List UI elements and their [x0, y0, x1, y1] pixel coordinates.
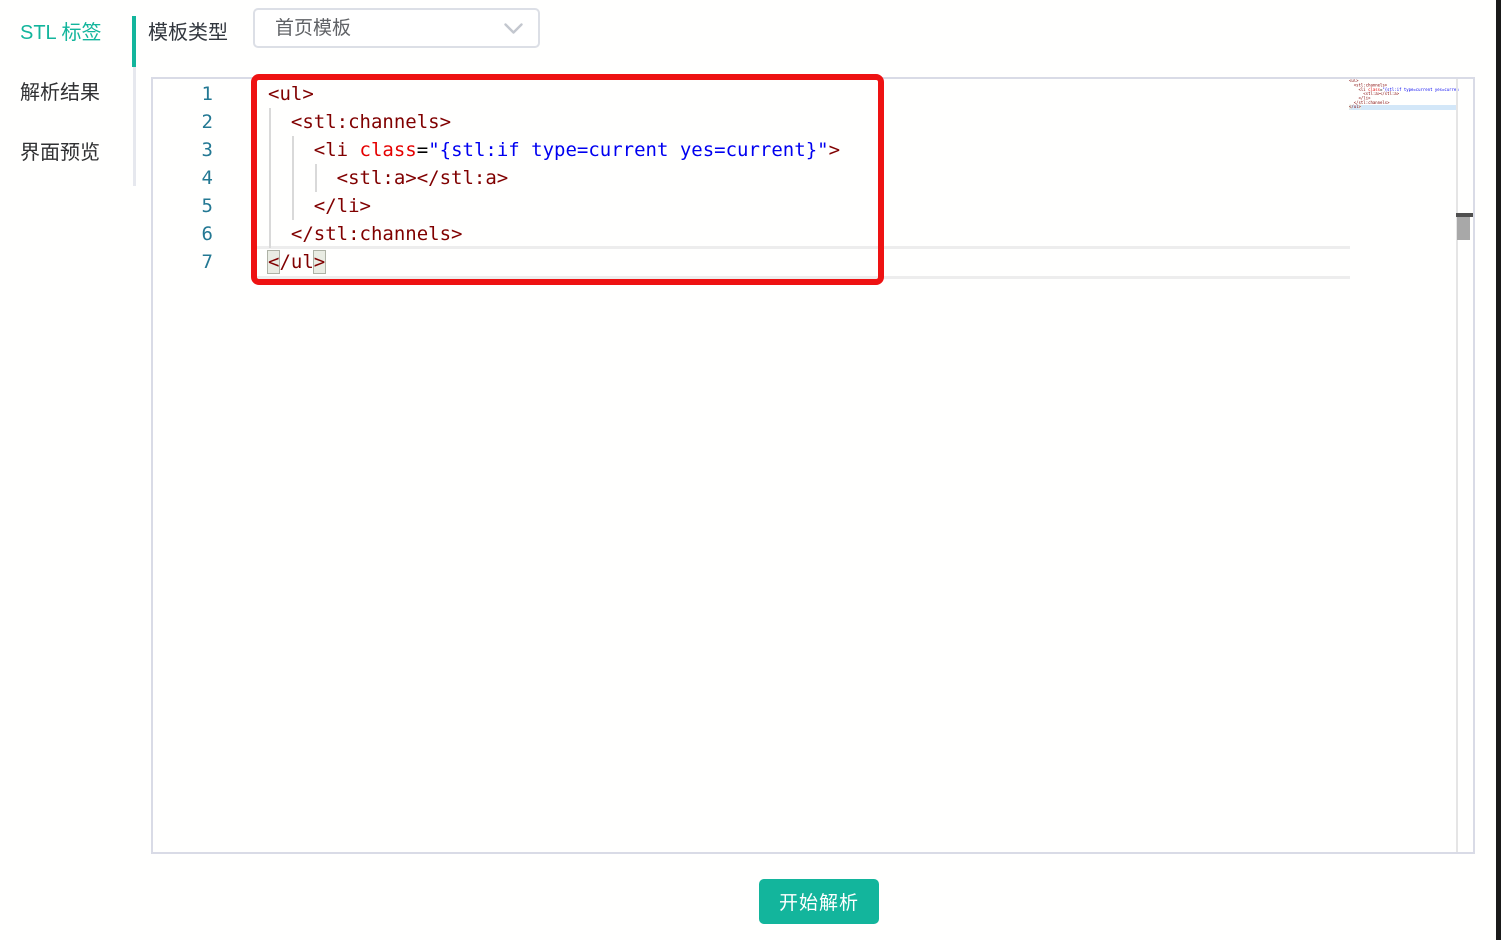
code-token: </stl:channels> — [290, 223, 463, 245]
code-token: <stl:a></stl:a> — [336, 167, 509, 189]
code-token: </li> — [313, 195, 371, 217]
code-line[interactable]: <li class="{stl:if type=current yes=curr… — [268, 136, 840, 164]
app-window: STL 标签 解析结果 界面预览 模板类型 首页模板 1234567 <ul> … — [0, 0, 1501, 940]
code-token: <ul> — [268, 83, 314, 105]
line-number[interactable]: 5 — [153, 192, 268, 220]
line-number[interactable]: 4 — [153, 164, 268, 192]
line-number[interactable]: 3 — [153, 136, 268, 164]
bracket-match-highlight: < — [266, 250, 281, 274]
code-token: /ul — [279, 251, 314, 273]
minimap-line: </ul> — [1349, 104, 1459, 110]
code-line[interactable]: <stl:a></stl:a> — [268, 164, 840, 192]
code-line[interactable]: </li> — [268, 192, 840, 220]
sidebar: STL 标签 解析结果 界面预览 — [0, 0, 133, 180]
code-token: /ul — [1351, 104, 1359, 110]
parse-button[interactable]: 开始解析 — [759, 879, 879, 924]
sidebar-item-ui-preview[interactable]: 界面预览 — [0, 120, 133, 180]
code-line[interactable]: <ul> — [268, 80, 840, 108]
code-line[interactable]: </ul> — [266, 248, 840, 276]
code-token: class — [359, 139, 417, 161]
code-line[interactable]: <stl:channels> — [268, 108, 840, 136]
scrollbar-thumb[interactable] — [1457, 217, 1470, 240]
active-tab-indicator — [132, 16, 136, 67]
editor-code-area[interactable]: <ul> <stl:channels> <li class="{stl:if t… — [266, 80, 840, 276]
line-number[interactable]: 1 — [153, 80, 268, 108]
code-token: > — [828, 139, 841, 161]
window-right-edge — [1496, 0, 1501, 940]
line-number[interactable]: 7 — [153, 248, 268, 276]
select-value: 首页模板 — [275, 18, 352, 39]
sidebar-item-parse-result[interactable]: 解析结果 — [0, 60, 133, 120]
code-token: "{stl:if type=current yes=current}" — [428, 139, 829, 161]
editor-minimap[interactable]: <ul> <stl:channels> <li class="{stl:if t… — [1349, 79, 1459, 131]
template-type-select[interactable]: 首页模板 — [253, 8, 540, 48]
sidebar-item-stl-tags[interactable]: STL 标签 — [0, 0, 133, 60]
code-token: <stl:channels> — [290, 111, 452, 133]
code-line[interactable]: </stl:channels> — [268, 220, 840, 248]
chevron-down-icon — [504, 23, 523, 34]
editor-scrollbar-track — [1456, 79, 1458, 852]
line-number[interactable]: 2 — [153, 108, 268, 136]
editor-viewport[interactable]: 1234567 <ul> <stl:channels> <li class="{… — [153, 79, 1473, 852]
minimap-content: <ul> <stl:channels> <li class="{stl:if t… — [1349, 79, 1459, 110]
line-number[interactable]: 6 — [153, 220, 268, 248]
editor-gutter[interactable]: 1234567 — [153, 80, 268, 276]
code-editor-panel: 1234567 <ul> <stl:channels> <li class="{… — [151, 77, 1475, 854]
bracket-match-highlight: > — [312, 250, 327, 274]
template-type-label: 模板类型 — [148, 22, 228, 44]
code-token: <li — [313, 139, 349, 161]
code-token: = — [416, 139, 429, 161]
bracket-match-highlight: > — [1358, 104, 1361, 110]
